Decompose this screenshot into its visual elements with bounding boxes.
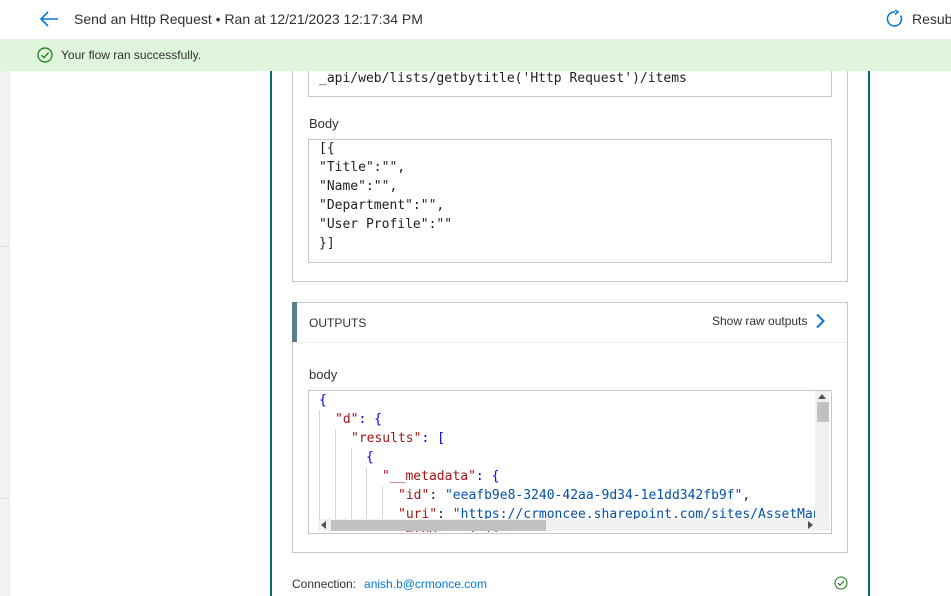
code-line: "id": "eeafb9e8-3240-42aa-9d34-1e1dd342f…	[398, 488, 751, 503]
uri-value: _api/web/lists/getbytitle('Http Request'…	[319, 71, 687, 86]
success-banner: Your flow ran successfully.	[0, 39, 951, 71]
run-title: Send an Http Request • Ran at 12/21/2023…	[74, 11, 423, 27]
body-line: "User Profile":""	[319, 217, 453, 232]
indent-guide	[319, 410, 320, 520]
success-message: Your flow ran successfully.	[61, 48, 202, 62]
indent-guide	[366, 467, 367, 520]
horizontal-scroll-thumb[interactable]	[331, 520, 546, 531]
code-line: "d": {	[335, 412, 382, 427]
body-line: "Department":"",	[319, 198, 445, 213]
indent-guide	[335, 429, 336, 520]
top-bar: Send an Http Request • Ran at 12/21/2023…	[0, 0, 951, 39]
connection-info: Connection: anish.b@crmonce.com	[292, 577, 487, 591]
code-line: "results": [	[351, 431, 445, 446]
output-body-label: body	[309, 367, 338, 382]
refresh-icon	[886, 10, 903, 27]
resubmit-button[interactable]: Resub	[886, 9, 951, 29]
divider	[0, 498, 9, 499]
scroll-left-arrow-icon[interactable]	[321, 521, 326, 529]
code-line: {	[319, 393, 327, 408]
scroll-right-arrow-icon[interactable]	[808, 521, 813, 529]
connection-label: Connection:	[292, 577, 357, 591]
show-raw-outputs-button[interactable]: Show raw outputs	[712, 312, 826, 330]
code-line: "__metadata": {	[382, 469, 500, 484]
show-raw-outputs-label: Show raw outputs	[712, 314, 808, 328]
back-arrow-icon[interactable]	[38, 9, 60, 29]
checkmark-circle-icon	[37, 47, 53, 63]
divider	[0, 246, 9, 247]
connection-status-icon	[834, 576, 848, 590]
body-line: "Title":"",	[319, 160, 406, 175]
indent-guide	[382, 486, 383, 520]
body-line: }]	[319, 236, 335, 251]
connection-email[interactable]: anish.b@crmonce.com	[364, 577, 487, 591]
outputs-title: OUTPUTS	[309, 316, 367, 330]
outputs-accent-bar	[292, 302, 297, 342]
body-label: Body	[309, 116, 339, 131]
body-line: [{	[319, 141, 335, 156]
left-panel	[0, 71, 10, 596]
body-line: "Name":"",	[319, 179, 398, 194]
chevron-right-icon	[816, 313, 826, 329]
scroll-up-arrow-icon[interactable]	[818, 394, 826, 399]
code-line: {	[366, 450, 374, 465]
vertical-scroll-thumb[interactable]	[817, 402, 829, 422]
resubmit-label: Resub	[912, 11, 951, 27]
indent-guide	[351, 448, 352, 520]
